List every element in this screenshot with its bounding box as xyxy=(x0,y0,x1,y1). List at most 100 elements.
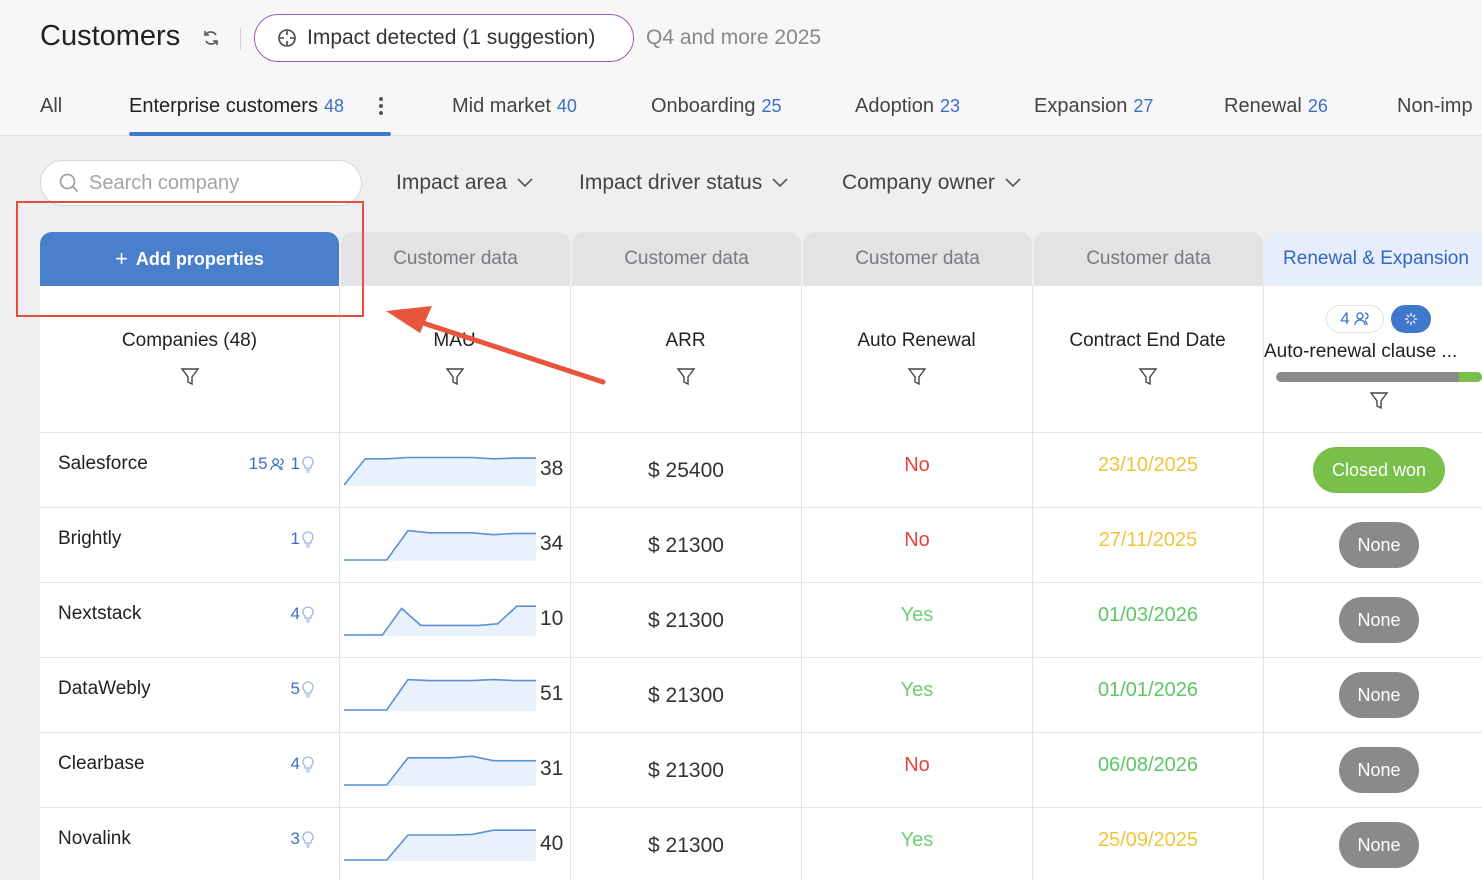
mau-sparkline xyxy=(344,678,536,711)
tab-enterprise-customers[interactable]: Enterprise customers 48 xyxy=(129,95,344,118)
status-badge[interactable]: None xyxy=(1339,597,1419,643)
tab-label: All xyxy=(40,95,63,117)
sparkline-area xyxy=(344,530,536,561)
tab-label: Enterprise customers xyxy=(129,95,318,117)
company-badges[interactable]: 4 xyxy=(291,754,320,774)
ideas-count: 1 xyxy=(290,529,300,548)
company-name[interactable]: Clearbase xyxy=(58,753,145,775)
impact-driver-status-filter[interactable]: Impact driver status xyxy=(579,171,788,195)
refresh-icon[interactable] xyxy=(201,28,221,48)
tab-non-impact[interactable]: Non-imp xyxy=(1397,95,1473,118)
status-badge[interactable]: None xyxy=(1339,747,1419,793)
tab-onboarding[interactable]: Onboarding 25 xyxy=(651,95,782,118)
period-label: Q4 and more 2025 xyxy=(646,26,822,49)
filter-funnel-icon[interactable] xyxy=(445,367,465,387)
tab-count: 40 xyxy=(556,96,577,116)
tab-label: Non-imp xyxy=(1397,95,1473,117)
mau-sparkline xyxy=(344,456,536,486)
filter-funnel-icon[interactable] xyxy=(907,367,927,387)
contract-end-date: 23/10/2025 xyxy=(1097,454,1199,476)
tab-label: Adoption xyxy=(855,95,934,117)
sparkle-icon xyxy=(1405,313,1417,325)
chevron-down-icon xyxy=(1005,178,1021,188)
ideas-count: 4 xyxy=(290,604,300,623)
auto-renewal-value: No xyxy=(904,754,930,776)
add-properties-button[interactable]: + Add properties xyxy=(40,232,339,286)
clause-progress-fill xyxy=(1459,372,1482,382)
company-name[interactable]: Nextstack xyxy=(58,603,141,625)
company-name[interactable]: Brightly xyxy=(58,528,121,550)
company-owner-filter[interactable]: Company owner xyxy=(842,171,1021,195)
mau-sparkline xyxy=(344,529,536,561)
group-header-customer-data: Customer data xyxy=(341,232,570,286)
ideas-count: 4 xyxy=(290,754,300,773)
page-title: Customers xyxy=(40,20,181,52)
lightbulb-icon xyxy=(302,530,314,548)
company-badges[interactable]: 3 xyxy=(291,829,320,849)
add-properties-label: Add properties xyxy=(135,248,264,269)
company-name[interactable]: Salesforce xyxy=(58,453,148,475)
column-header-mau[interactable]: MAU xyxy=(339,330,570,352)
arr-value: $ 25400 xyxy=(648,459,724,482)
crosshair-icon xyxy=(278,29,296,47)
search-input[interactable] xyxy=(89,171,329,195)
arr-value: $ 21300 xyxy=(648,684,724,707)
status-badge[interactable]: None xyxy=(1339,522,1419,568)
impact-area-filter[interactable]: Impact area xyxy=(396,171,533,195)
impact-detected-button[interactable]: Impact detected (1 suggestion) xyxy=(254,14,634,62)
company-name[interactable]: Novalink xyxy=(58,828,131,850)
tab-expansion[interactable]: Expansion 27 xyxy=(1034,95,1153,118)
tab-mid-market[interactable]: Mid market 40 xyxy=(452,95,577,118)
column-header-arr[interactable]: ARR xyxy=(570,330,801,352)
auto-renewal-value: No xyxy=(904,454,930,476)
clause-users-badge[interactable]: 4 xyxy=(1326,305,1384,333)
ideas-count: 5 xyxy=(290,679,300,698)
lightbulb-icon xyxy=(302,680,314,698)
status-badge[interactable]: None xyxy=(1339,822,1419,868)
column-header-contract-end-date[interactable]: Contract End Date xyxy=(1032,330,1263,352)
ideas-count: 3 xyxy=(290,829,300,848)
filter-label: Company owner xyxy=(842,171,995,194)
tab-label: Expansion xyxy=(1034,95,1128,117)
status-badge[interactable]: Closed won xyxy=(1313,447,1445,493)
filter-funnel-icon[interactable] xyxy=(180,367,200,387)
filter-funnel-icon[interactable] xyxy=(1138,367,1158,387)
arr-value: $ 21300 xyxy=(648,534,724,557)
arr-value: $ 21300 xyxy=(648,609,724,632)
tab-count: 48 xyxy=(323,96,344,116)
tab-all[interactable]: All xyxy=(40,95,62,118)
column-header-auto-renewal[interactable]: Auto Renewal xyxy=(801,330,1032,352)
mau-value: 38 xyxy=(540,457,564,480)
company-name[interactable]: DataWebly xyxy=(58,678,151,700)
chevron-down-icon xyxy=(772,178,788,188)
mau-value: 10 xyxy=(540,607,564,630)
chevron-down-icon xyxy=(517,178,533,188)
tab-more-icon[interactable] xyxy=(378,97,384,119)
auto-renewal-value: Yes xyxy=(900,829,934,851)
column-header-companies[interactable]: Companies (48) xyxy=(40,330,339,352)
column-header-auto-renewal-clause[interactable]: Auto-renewal clause ... xyxy=(1264,341,1457,363)
group-header-customer-data: Customer data xyxy=(572,232,801,286)
sparkline-area xyxy=(344,457,536,486)
tab-count: 26 xyxy=(1307,96,1328,116)
sparkline-area xyxy=(344,679,536,711)
tab-count: 27 xyxy=(1133,96,1154,116)
plus-icon: + xyxy=(115,246,128,271)
clause-progress-bar xyxy=(1276,372,1482,382)
ideas-count: 1 xyxy=(290,454,300,473)
tab-adoption[interactable]: Adoption 23 xyxy=(855,95,960,118)
company-badges[interactable]: 1 xyxy=(291,529,320,549)
filter-label: Impact area xyxy=(396,171,507,194)
filter-funnel-icon[interactable] xyxy=(1369,391,1389,411)
company-badges[interactable]: 4 xyxy=(291,604,320,624)
company-badges[interactable]: 5 xyxy=(291,679,320,699)
company-badges[interactable]: 15 1 xyxy=(249,454,320,474)
filter-funnel-icon[interactable] xyxy=(676,367,696,387)
tab-label: Renewal xyxy=(1224,95,1302,117)
contract-end-date: 01/01/2026 xyxy=(1097,679,1199,701)
tab-renewal[interactable]: Renewal 26 xyxy=(1224,95,1328,118)
status-badge[interactable]: None xyxy=(1339,672,1419,718)
auto-renewal-value: Yes xyxy=(900,604,934,626)
contract-end-date: 25/09/2025 xyxy=(1097,829,1199,851)
ai-suggestion-badge[interactable] xyxy=(1391,305,1431,333)
